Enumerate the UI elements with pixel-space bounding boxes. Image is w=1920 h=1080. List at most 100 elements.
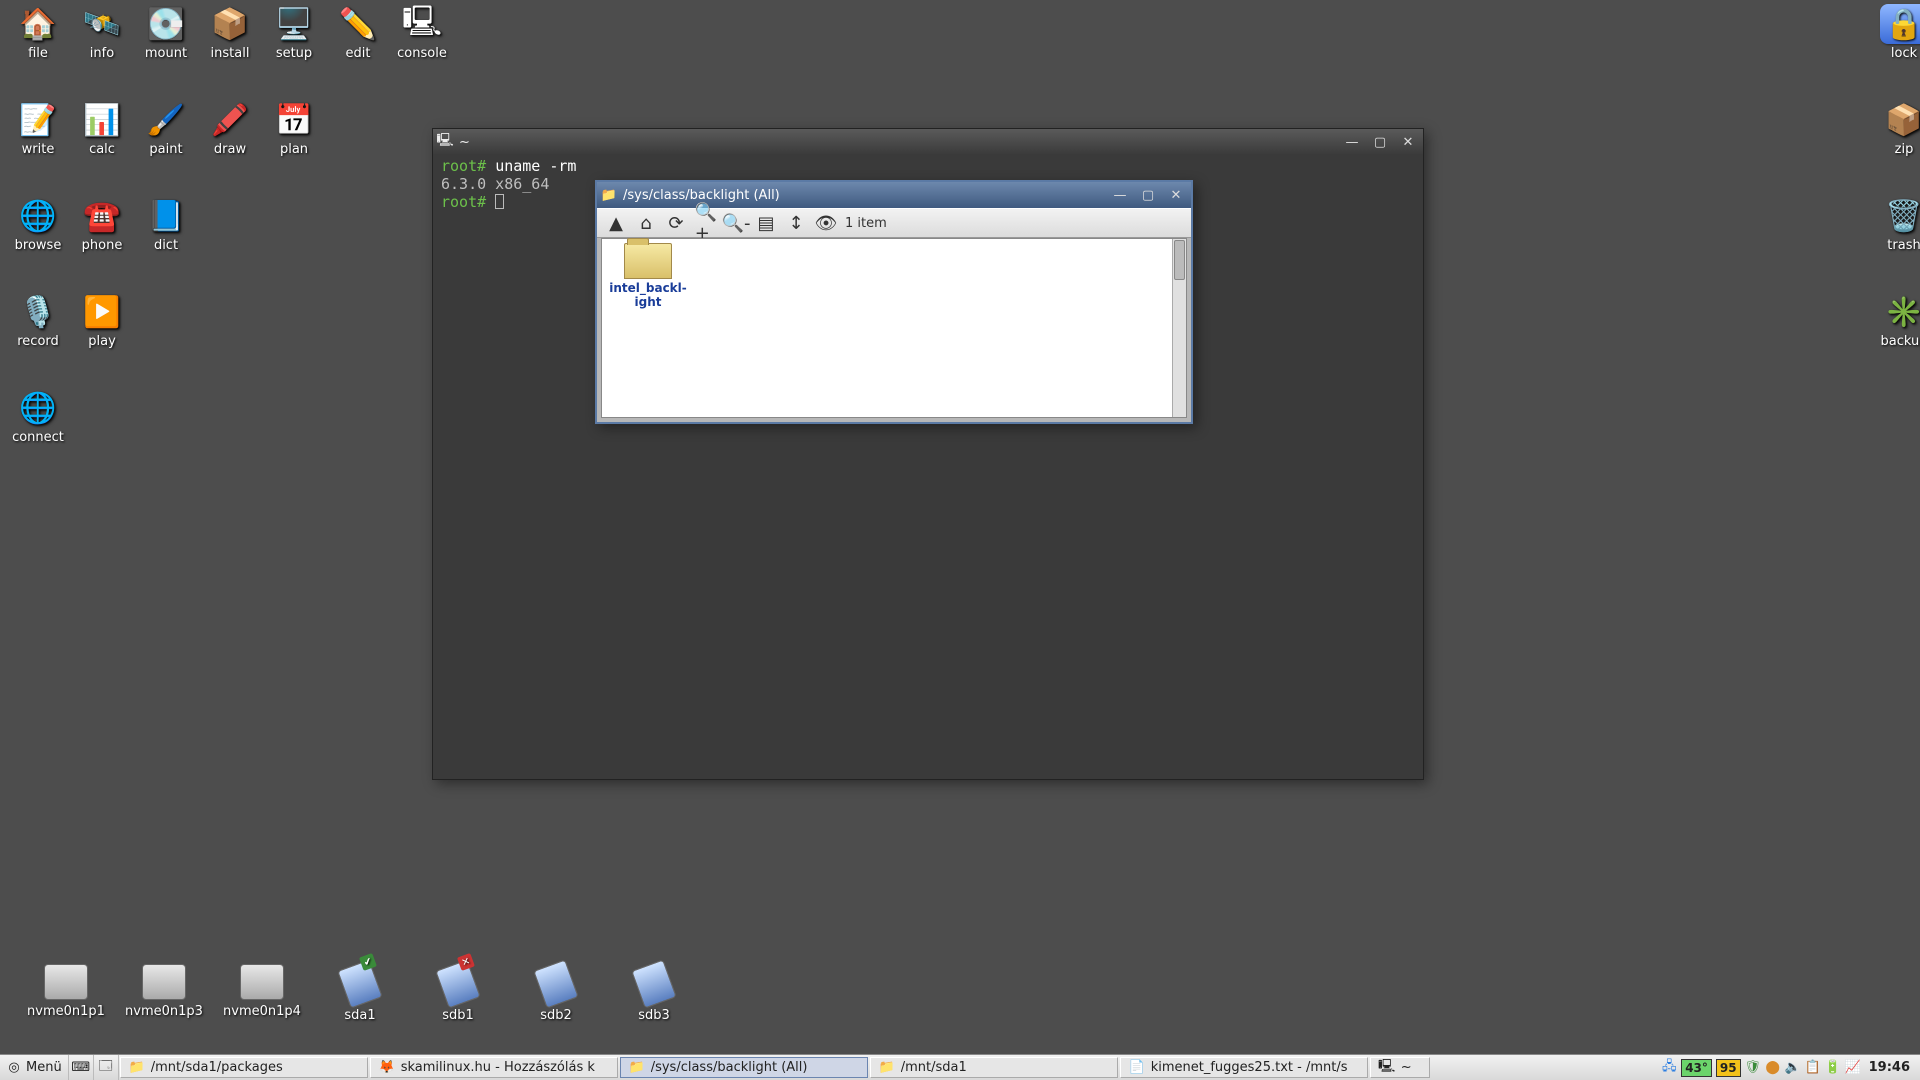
desktop-icon-info[interactable]: 🛰️info [70, 4, 134, 61]
desktop-icon-plan[interactable]: 📅plan [262, 100, 326, 157]
fm-folder-intel-backlight[interactable]: intel_backl- ight [608, 243, 688, 309]
terminal-prompt: root# [441, 157, 486, 175]
drive-icon [631, 959, 677, 1008]
desktop-icon-play[interactable]: ▶️play [70, 292, 134, 349]
desktop-icon-paint[interactable]: 🖌️paint [134, 100, 198, 157]
drive-label: sda1 [344, 1008, 375, 1023]
desktop-icon-browse[interactable]: 🌐browse [6, 196, 70, 253]
drive-icon: ✔ [337, 959, 383, 1008]
updates-icon[interactable]: ⬤ [1765, 1060, 1781, 1076]
show-desktop-button[interactable]: ⌨ [69, 1055, 94, 1080]
desktop-icon-write[interactable]: 📝write [6, 100, 70, 157]
fm-zoom-in-button[interactable]: 🔍+ [695, 212, 717, 234]
desktop-icon-setup[interactable]: 🖥️setup [262, 4, 326, 61]
close-button[interactable]: ✕ [1397, 133, 1419, 151]
window-list-button[interactable]: 🗔 [94, 1055, 119, 1080]
fm-close-button[interactable]: ✕ [1165, 186, 1187, 204]
zip-icon: 📦 [1880, 100, 1920, 140]
fm-home-button[interactable]: ⌂ [635, 212, 657, 234]
desktop-icon-draw[interactable]: 🖍️draw [198, 100, 262, 157]
desktop-icon-console[interactable]: 🖳console [390, 4, 454, 61]
fm-refresh-button[interactable]: ⟳ [665, 212, 687, 234]
drive-nvme0n1p4[interactable]: nvme0n1p4 [214, 964, 310, 1019]
drive-sdb1[interactable]: ✕sdb1 [410, 964, 506, 1023]
fm-folder-label: intel_backl- ight [609, 281, 687, 309]
desktop-icon-backup[interactable]: ✳️backup [1872, 292, 1920, 349]
drive-icon [240, 964, 284, 1000]
terminal-output: 6.3.0 x86_64 [441, 175, 549, 193]
desktop-icon-label: lock [1872, 46, 1920, 61]
minimize-button[interactable]: — [1341, 133, 1363, 151]
terminal-titlebar[interactable]: 🖳 ~ — ▢ ✕ [433, 129, 1423, 155]
desktop-icon-label: zip [1872, 142, 1920, 157]
drive-icon: ✕ [435, 959, 481, 1008]
desktop-icon-trash[interactable]: 🗑️trash [1872, 196, 1920, 253]
task-t6[interactable]: 🖳~ [1370, 1057, 1430, 1078]
task-t4[interactable]: 📁/mnt/sda1 [870, 1057, 1118, 1078]
desktop-icon-mount[interactable]: 💽mount [134, 4, 198, 61]
filemanager-window[interactable]: 📁 /sys/class/backlight (All) — ▢ ✕ ▲ ⌂ ⟳… [595, 180, 1193, 424]
task-t2[interactable]: 🦊skamilinux.hu - Hozzászólás k [370, 1057, 618, 1078]
task-t3[interactable]: 📁/sys/class/backlight (All) [620, 1057, 868, 1078]
task-t1[interactable]: 📁/mnt/sda1/packages [120, 1057, 368, 1078]
desktop-icon-label: calc [70, 142, 134, 157]
drive-nvme0n1p1[interactable]: nvme0n1p1 [18, 964, 114, 1019]
task-label: /sys/class/backlight (All) [651, 1060, 808, 1075]
fm-icon-area[interactable]: intel_backl- ight [602, 239, 1172, 417]
desktop-icon-file[interactable]: 🏠file [6, 4, 70, 61]
desktop-icon-record[interactable]: 🎙️record [6, 292, 70, 349]
clock[interactable]: 19:46 [1865, 1060, 1914, 1075]
browse-icon: 🌐 [14, 196, 62, 236]
desktop-icon-zip[interactable]: 📦 zip [1872, 100, 1920, 157]
drive-sda1[interactable]: ✔sda1 [312, 964, 408, 1023]
desktop-icon-calc[interactable]: 📊calc [70, 100, 134, 157]
desktop-icon-phone[interactable]: ☎️phone [70, 196, 134, 253]
cpu-badge[interactable]: 95 [1716, 1059, 1741, 1077]
fm-sort-button[interactable]: ↕ [785, 212, 807, 234]
drive-sdb3[interactable]: sdb3 [606, 964, 702, 1023]
fm-eye-icon[interactable]: 👁 [815, 212, 837, 234]
draw-icon: 🖍️ [206, 100, 254, 140]
temp-badge[interactable]: 43° [1681, 1059, 1712, 1077]
battery-icon[interactable]: 🔋 [1825, 1060, 1841, 1076]
desktop-icon-install[interactable]: 📦install [198, 4, 262, 61]
fm-list-view-button[interactable]: ▤ [755, 212, 777, 234]
desktop-icon-dict[interactable]: 📘dict [134, 196, 198, 253]
folder-icon [624, 243, 672, 279]
fm-scroll-thumb[interactable] [1174, 240, 1185, 280]
fm-maximize-button[interactable]: ▢ [1137, 186, 1159, 204]
fm-scrollbar[interactable] [1172, 239, 1186, 417]
mounted-badge: ✔ [359, 953, 377, 971]
shield-icon[interactable]: 🛡 [1745, 1060, 1761, 1076]
desktop-icon-label: play [70, 334, 134, 349]
desktop-icon-edit[interactable]: ✏️edit [326, 4, 390, 61]
menu-button[interactable]: ◎ Menü [0, 1055, 69, 1080]
desktop-icon-connect[interactable]: 🌐connect [6, 388, 70, 445]
desktop-icon-label: info [70, 46, 134, 61]
fm-item-count: 1 item [845, 216, 887, 231]
desktop-icon-label: connect [6, 430, 70, 445]
taskbar-spacer [1431, 1055, 1656, 1080]
mount-icon: 💽 [142, 4, 190, 44]
volume-icon[interactable]: 🔈 [1785, 1060, 1801, 1076]
desktop-icon-lock[interactable]: 🔒lock [1872, 4, 1920, 61]
desktop-icon-label: plan [262, 142, 326, 157]
network-icon[interactable]: 🖧 [1661, 1060, 1677, 1076]
drive-nvme0n1p3[interactable]: nvme0n1p3 [116, 964, 212, 1019]
fm-minimize-button[interactable]: — [1109, 186, 1131, 204]
fm-titlebar[interactable]: 📁 /sys/class/backlight (All) — ▢ ✕ [597, 182, 1191, 208]
activity-icon[interactable]: 📈 [1845, 1060, 1861, 1076]
fm-zoom-out-button[interactable]: 🔍- [725, 212, 747, 234]
task-icon: 🖳 [1379, 1060, 1395, 1076]
drive-label: nvme0n1p1 [27, 1004, 105, 1019]
clipboard-icon[interactable]: 📋 [1805, 1060, 1821, 1076]
desktop-icon-label: install [198, 46, 262, 61]
fm-content[interactable]: intel_backl- ight [601, 238, 1187, 418]
drive-icon [533, 959, 579, 1008]
fm-up-button[interactable]: ▲ [605, 212, 627, 234]
drive-label: sdb1 [442, 1008, 474, 1023]
drive-sdb2[interactable]: sdb2 [508, 964, 604, 1023]
task-t5[interactable]: 📄kimenet_fugges25.txt - /mnt/s [1120, 1057, 1368, 1078]
phone-icon: ☎️ [78, 196, 126, 236]
maximize-button[interactable]: ▢ [1369, 133, 1391, 151]
